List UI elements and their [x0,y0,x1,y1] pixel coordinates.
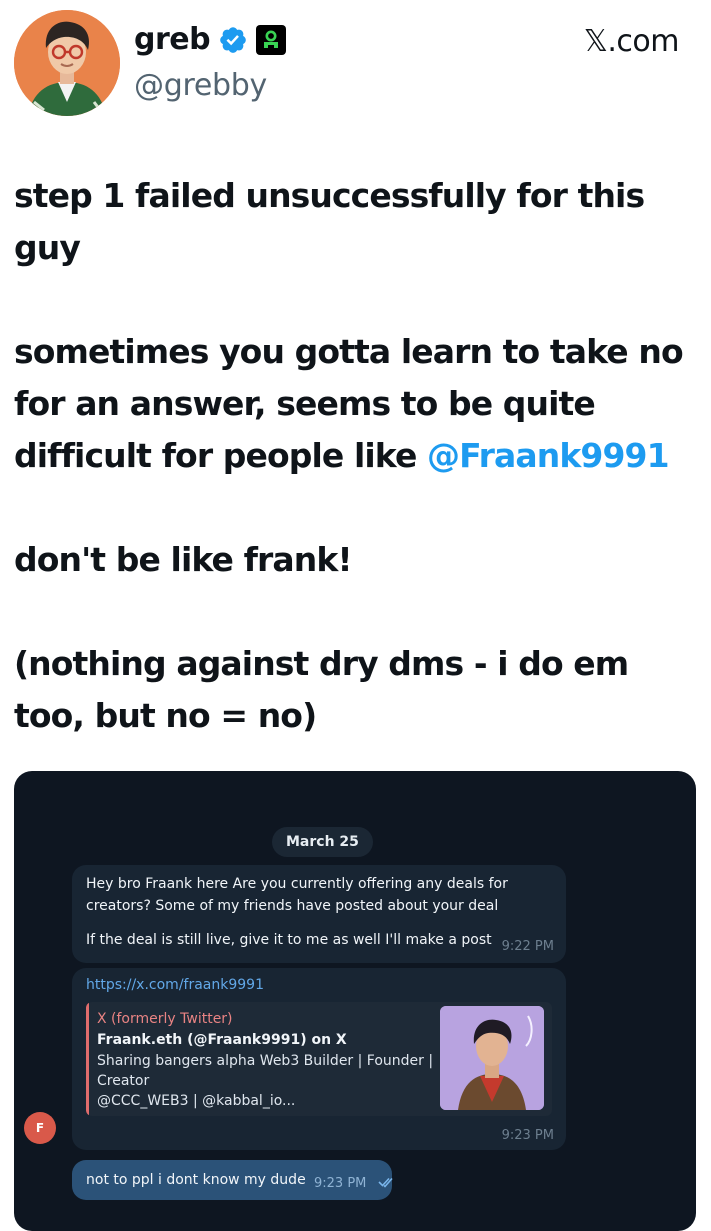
attached-chat-screenshot[interactable]: March 25 Hey bro Fraank here Are you cur… [14,771,696,1231]
preview-description-line: @CCC_WEB3 | @kabbal_io... [97,1093,296,1109]
incoming-link-message: https://x.com/fraank9991 X (formerly Twi… [72,968,566,1150]
incoming-message: Hey bro Fraank here Are you currently of… [72,865,566,963]
site-label: 𝕏.com [583,24,680,59]
tweet-text: step 1 failed unsuccessfully for this gu… [14,170,694,742]
message-link[interactable]: https://x.com/fraank9991 [86,974,264,996]
green-glyph-icon [256,25,287,55]
author-avatar[interactable] [14,10,120,116]
double-check-icon [378,1177,393,1188]
message-time: 9:23 PM [314,1176,367,1191]
tweet-paragraph: (nothing against dry dms - i do em too, … [14,644,629,735]
message-line: creators? Some of my friends have posted… [86,898,499,914]
message-time: 9:22 PM [501,939,554,954]
message-time: 9:23 PM [501,1128,554,1143]
preview-title: Fraank.eth (@Fraank9991) on X [97,1032,347,1048]
link-preview-card[interactable]: X (formerly Twitter) Fraank.eth (@Fraank… [86,1002,552,1116]
preview-description-line: Creator [97,1073,150,1089]
tweet-paragraph: sometimes you gotta learn to take no for… [14,326,694,482]
sender-avatar[interactable]: F [24,1112,56,1144]
preview-thumbnail [440,1006,544,1110]
verified-check-icon [220,27,246,53]
tweet-paragraph: don't be like frank! [14,540,352,579]
mention-link[interactable]: @Fraank9991 [427,436,670,475]
author-handle[interactable]: @grebby [134,68,267,104]
message-line: Hey bro Fraank here Are you currently of… [86,876,508,892]
preview-description: Sharing bangers alpha Web3 Builder | Fou… [97,1051,437,1111]
author-name[interactable]: greb [134,22,211,58]
outgoing-message: not to ppl i dont know my dude 9:23 PM [72,1160,393,1200]
message-line: If the deal is still live, give it to me… [86,932,492,948]
preview-accent-bar [86,1002,89,1116]
author-name-row: greb [134,22,287,58]
message-text: not to ppl i dont know my dude [86,1172,306,1188]
preview-description-line: Sharing bangers alpha Web3 Builder | Fou… [97,1053,434,1069]
preview-site-name: X (formerly Twitter) [97,1011,233,1027]
tweet-paragraph: step 1 failed unsuccessfully for this gu… [14,176,645,267]
chat-date-separator: March 25 [272,827,373,857]
